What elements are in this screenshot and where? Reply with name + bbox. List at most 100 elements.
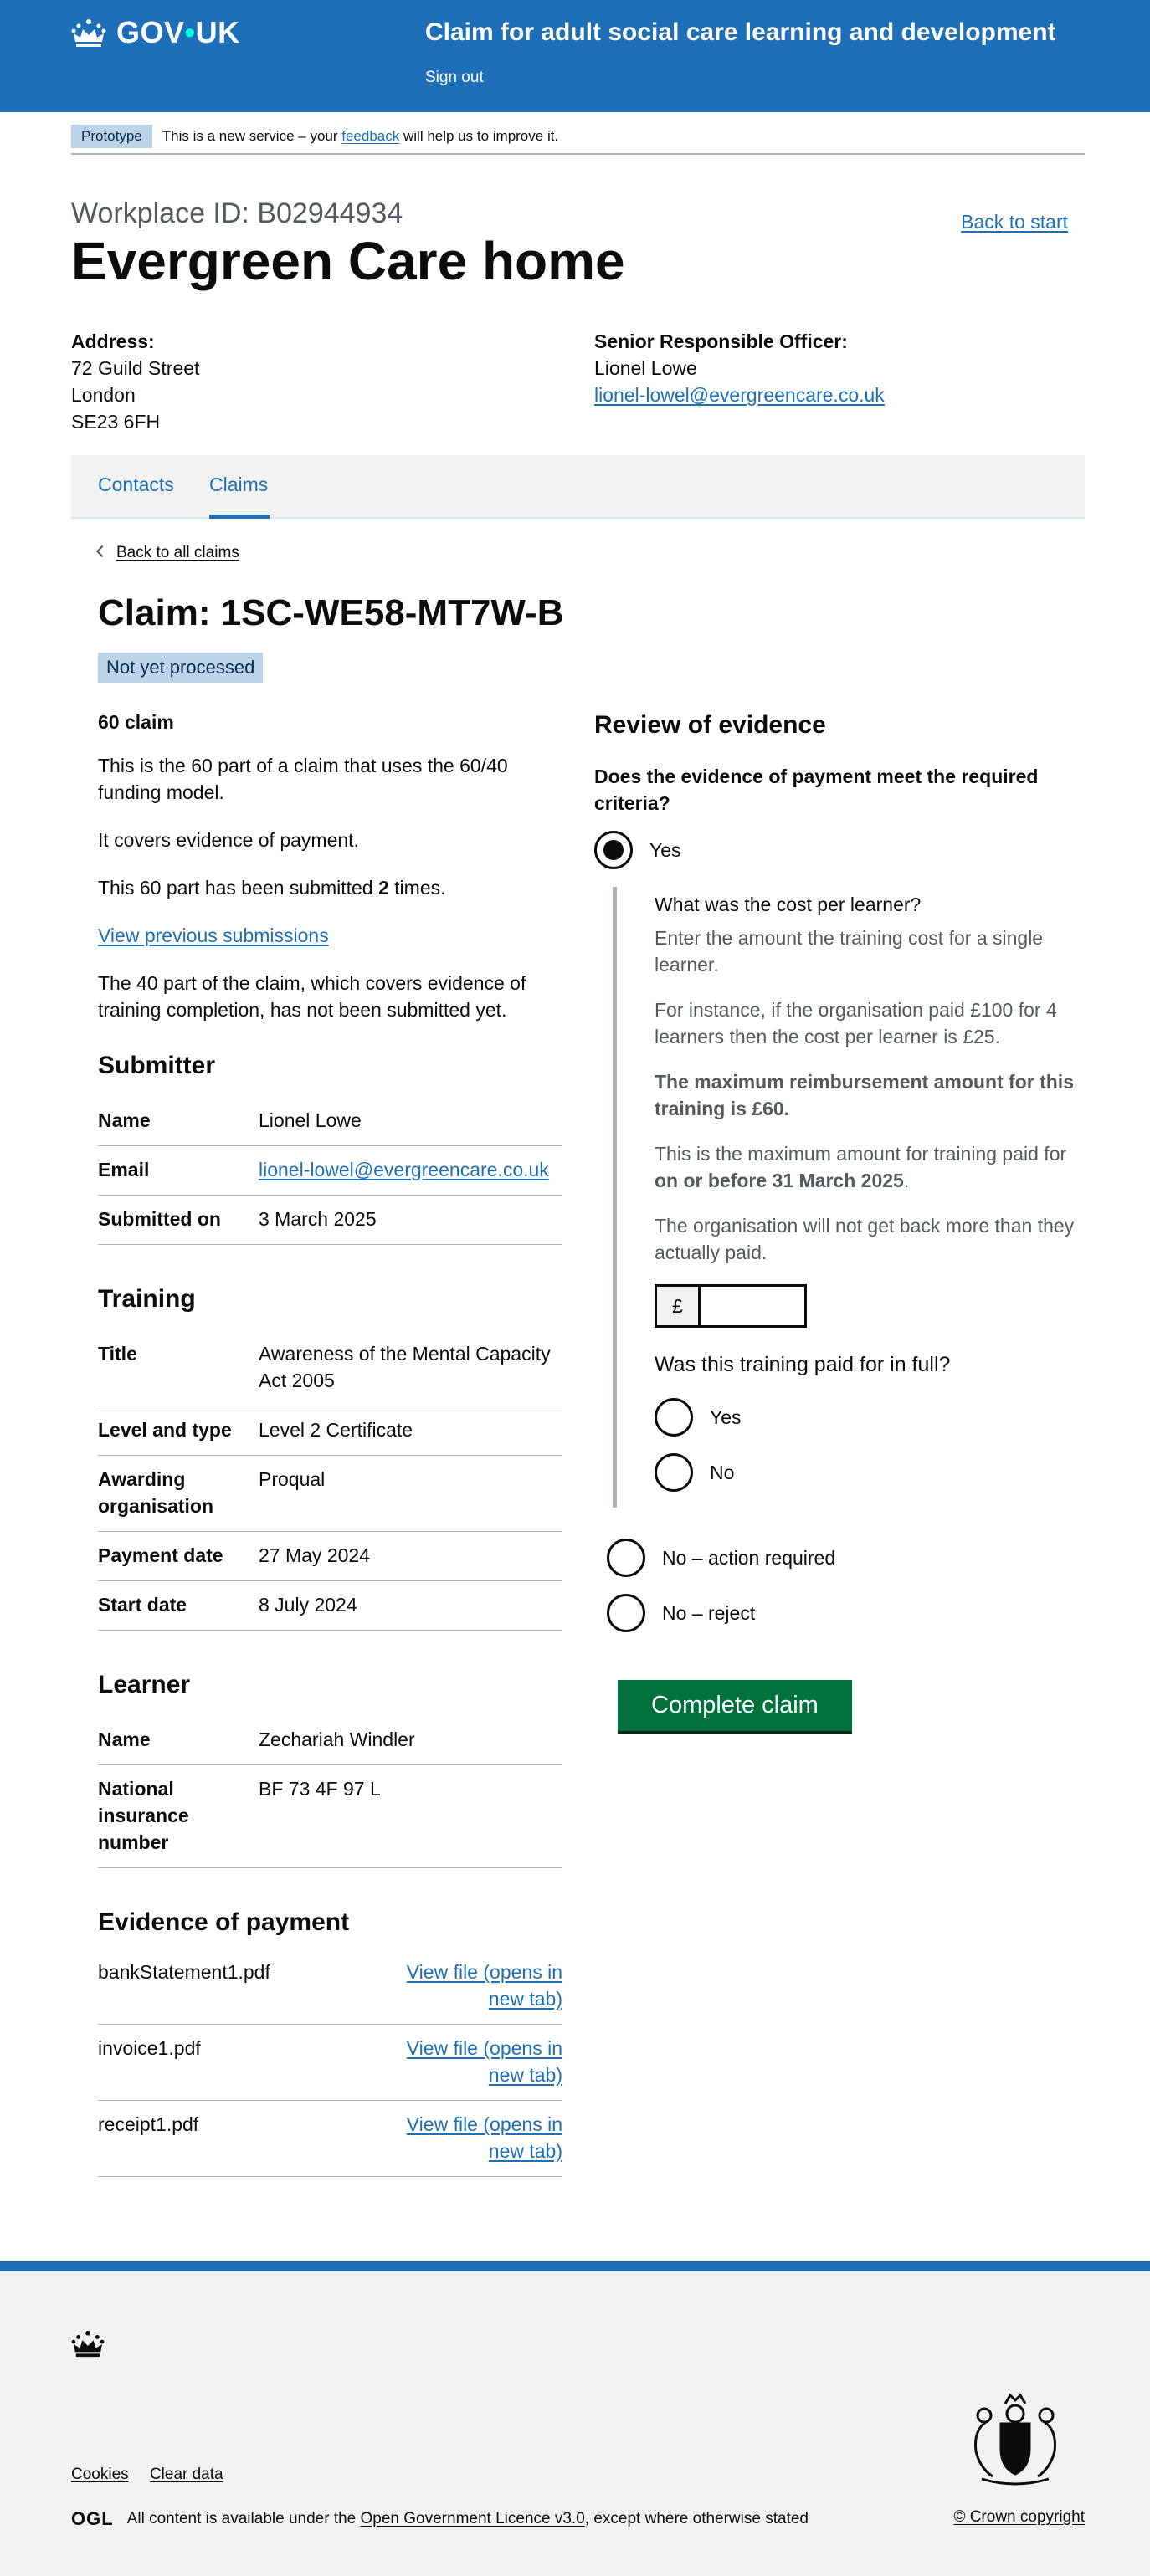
status-badge: Not yet processed: [98, 653, 264, 683]
review-heading: Review of evidence: [594, 711, 826, 739]
table-row: Payment date 27 May 2024: [98, 1532, 562, 1581]
conditional-reveal: What was the cost per learner? Enter the…: [613, 887, 1085, 1508]
pound-prefix: £: [655, 1284, 698, 1328]
site-footer: Cookies Clear data OGL All content is av…: [0, 2261, 1150, 2576]
learner-summary: Name Zechariah Windler National insurance…: [98, 1716, 562, 1868]
submitter-email-link[interactable]: lionel-lowel@evergreencare.co.uk: [259, 1159, 549, 1180]
sub-navigation: Contacts Claims: [71, 455, 1085, 519]
phase-text: This is a new service – your feedback wi…: [162, 128, 559, 144]
table-row: Name Zechariah Windler: [98, 1716, 562, 1765]
view-file-link[interactable]: View file (opens in new tab): [407, 1961, 562, 2010]
radio-button-checked[interactable]: [594, 831, 633, 869]
file-name: bankStatement1.pdf: [98, 1961, 270, 1983]
radio-button[interactable]: [655, 1398, 693, 1437]
cookies-link[interactable]: Cookies: [71, 2466, 129, 2483]
max-reimbursement-text: The maximum reimbursement amount for thi…: [655, 1071, 1074, 1119]
radio-paid-full-no[interactable]: No: [655, 1453, 1085, 1492]
address-line: SE23 6FH: [71, 411, 161, 433]
address-line: 72 Guild Street: [71, 357, 200, 379]
training-heading: Training: [98, 1285, 196, 1313]
claim-coverage: It covers evidence of payment.: [98, 829, 359, 851]
crown-icon: [71, 2330, 105, 2358]
claim-description: This is the 60 part of a claim that uses…: [98, 755, 508, 803]
other-options: No – action required No – reject: [594, 1539, 1085, 1632]
table-row: Submitted on 3 March 2025: [98, 1196, 562, 1245]
licence-text: OGL All content is available under the O…: [71, 2508, 809, 2529]
sro-email-link[interactable]: lionel-lowel@evergreencare.co.uk: [594, 384, 885, 406]
hint-text: The organisation will not get back more …: [655, 1215, 1075, 1263]
view-file-link[interactable]: View file (opens in new tab): [407, 2113, 562, 2162]
footer-links: Cookies Clear data: [71, 2466, 240, 2484]
cost-per-learner-input: £: [655, 1284, 1085, 1328]
address-block: Address: 72 Guild Street London SE23 6FH: [71, 328, 199, 435]
tab-claims[interactable]: Claims: [209, 474, 268, 496]
view-previous-submissions-link[interactable]: View previous submissions: [98, 924, 329, 946]
phase-tag: Prototype: [71, 125, 152, 148]
table-row: Title Awareness of the Mental Capacity Ac…: [98, 1330, 562, 1406]
hint-text: For instance, if the organisation paid £…: [655, 999, 1057, 1047]
ogl-logo: OGL: [71, 2508, 114, 2529]
tab-contacts[interactable]: Contacts: [98, 474, 174, 496]
radio-button[interactable]: [655, 1453, 693, 1492]
address-label: Address:: [71, 330, 155, 352]
file-name: receipt1.pdf: [98, 2113, 199, 2135]
clear-data-link[interactable]: Clear data: [150, 2466, 223, 2483]
submitter-summary: Name Lionel Lowe Email lionel-lowel@evergr…: [98, 1097, 562, 1245]
sro-block: Senior Responsible Officer: Lionel Lowe …: [594, 328, 885, 408]
sro-name: Lionel Lowe: [594, 357, 697, 379]
table-row: Awarding organisation Proqual: [98, 1456, 562, 1532]
crown-copyright-link[interactable]: © Crown copyright: [953, 2508, 1085, 2527]
ogl-link[interactable]: Open Government Licence v3.0: [361, 2510, 585, 2528]
sro-label: Senior Responsible Officer:: [594, 330, 848, 352]
radio-paid-full-yes[interactable]: Yes: [655, 1398, 1085, 1437]
claim-details: 60 claim This is the 60 part of a claim …: [98, 711, 562, 2177]
radio-no-action-required[interactable]: No – action required: [607, 1539, 1085, 1577]
govuk-logo-link[interactable]: GOV•UK: [71, 15, 240, 50]
phase-banner: Prototype This is a new service – your f…: [71, 120, 1085, 155]
hint-text: Enter the amount the training cost for a…: [655, 927, 1044, 976]
view-file-link[interactable]: View file (opens in new tab): [407, 2037, 562, 2086]
back-to-all-claims-link[interactable]: Back to all claims: [98, 544, 239, 562]
learner-heading: Learner: [98, 1671, 191, 1698]
radio-no-reject[interactable]: No – reject: [607, 1594, 1085, 1632]
crown-icon: [71, 19, 106, 47]
evidence-heading: Evidence of payment: [98, 1908, 350, 1936]
logo-text: GOV•UK: [116, 15, 240, 49]
evidence-question: Does the evidence of payment meet the re…: [594, 766, 1039, 814]
list-item: invoice1.pdf View file (opens in new tab): [98, 2025, 562, 2101]
workplace-name: Evergreen Care home: [71, 231, 625, 291]
radio-yes[interactable]: Yes: [594, 831, 1085, 869]
submission-count: This 60 part has been submitted 2 times.: [98, 877, 446, 899]
cost-input[interactable]: [698, 1284, 807, 1328]
claim-title: Claim: 1SC-WE58-MT7W-B: [98, 592, 564, 633]
review-form: Review of evidence Does the evidence of …: [594, 711, 1085, 1731]
royal-coat-of-arms-icon: [974, 2393, 1056, 2486]
submitter-heading: Submitter: [98, 1052, 216, 1079]
back-to-start-link[interactable]: Back to start: [961, 211, 1068, 233]
hint-text: This is the maximum amount for training …: [655, 1143, 1067, 1191]
sign-out-link[interactable]: Sign out: [425, 69, 484, 87]
radio-button[interactable]: [607, 1594, 645, 1632]
list-item: receipt1.pdf View file (opens in new tab): [98, 2101, 562, 2177]
workplace-id-caption: Workplace ID: B02944934: [71, 197, 403, 229]
radio-button[interactable]: [607, 1539, 645, 1577]
evidence-file-list: bankStatement1.pdf View file (opens in ne…: [98, 1949, 562, 2177]
part-heading: 60 claim: [98, 711, 174, 733]
list-item: bankStatement1.pdf View file (opens in ne…: [98, 1949, 562, 2025]
service-name-link[interactable]: Claim for adult social care learning and…: [425, 18, 1056, 47]
paid-in-full-question: Was this training paid for in full?: [655, 1353, 951, 1376]
feedback-link[interactable]: feedback: [341, 128, 399, 144]
table-row: Email lionel-lowel@evergreencare.co.uk: [98, 1146, 562, 1196]
file-name: invoice1.pdf: [98, 2037, 201, 2059]
table-row: National insurance number BF 73 4F 97 L: [98, 1765, 562, 1868]
active-tab-indicator: [209, 515, 270, 519]
complete-claim-button[interactable]: Complete claim: [618, 1680, 852, 1731]
table-row: Level and type Level 2 Certificate: [98, 1406, 562, 1456]
table-row: Start date 8 July 2024: [98, 1581, 562, 1631]
site-header: GOV•UK Claim for adult social care learn…: [0, 0, 1150, 112]
table-row: Name Lionel Lowe: [98, 1097, 562, 1146]
forty-part-note: The 40 part of the claim, which covers e…: [98, 972, 526, 1021]
cost-label: What was the cost per learner?: [655, 894, 922, 915]
address-line: London: [71, 384, 136, 406]
training-summary: Title Awareness of the Mental Capacity Ac…: [98, 1330, 562, 1631]
